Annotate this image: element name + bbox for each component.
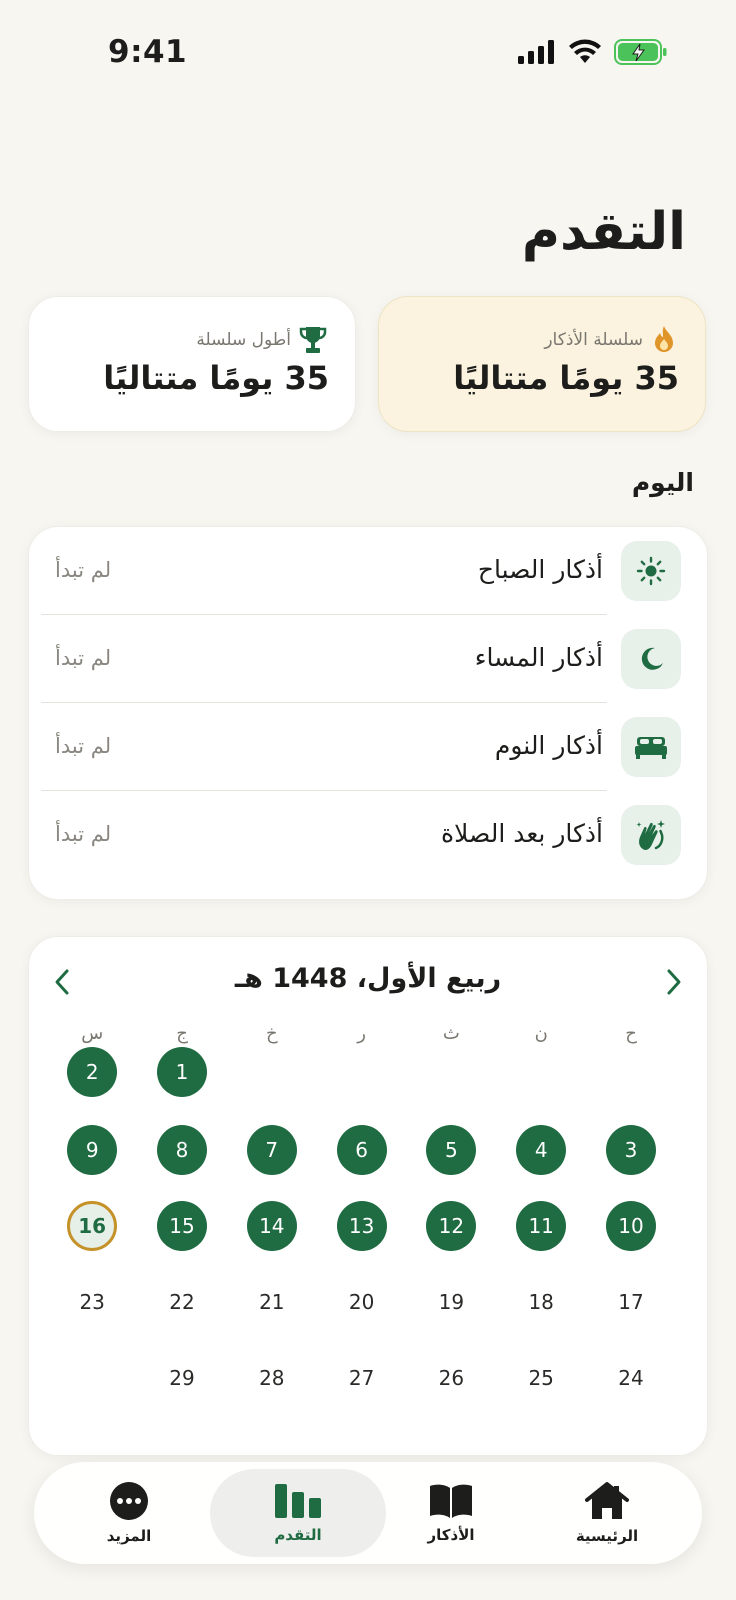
calendar-day[interactable]: 9 <box>67 1125 118 1175</box>
weekday-label: ح <box>625 1023 637 1044</box>
adhkar-item-morning[interactable]: أذكار الصباح لم تبدأ <box>41 527 695 615</box>
tab-home[interactable]: الرئيسية <box>532 1462 682 1564</box>
longest-streak-value: 35 يومًا متتاليًا <box>103 359 329 397</box>
wifi-icon <box>569 39 601 63</box>
calendar-day[interactable]: 20 <box>337 1277 387 1327</box>
calendar-day[interactable]: 22 <box>157 1277 207 1327</box>
calendar-day[interactable]: 12 <box>426 1201 477 1251</box>
moon-icon <box>641 647 663 670</box>
cellular-signal-icon <box>518 40 554 64</box>
calendar-day[interactable]: 6 <box>336 1125 387 1175</box>
today-heading: اليوم <box>631 468 694 497</box>
calendar-day[interactable]: 1 <box>157 1047 207 1097</box>
calendar-card: ربيع الأول، 1448 هـ ح ن ث ر خ ج س 1 2 3 4 5 6 7 8 9 10 11… <box>28 936 708 1456</box>
current-streak-card[interactable]: سلسلة الأذكار 35 يومًا متتاليًا <box>378 296 706 432</box>
calendar-day[interactable]: 18 <box>516 1277 566 1327</box>
weekday-label: ن <box>534 1023 548 1044</box>
calendar-day[interactable]: 5 <box>426 1125 477 1175</box>
page-title: التقدم <box>521 202 686 262</box>
longest-streak-card[interactable]: أطول سلسلة 35 يومًا متتاليًا <box>28 296 356 432</box>
trophy-icon <box>299 327 327 353</box>
calendar-day[interactable]: 28 <box>247 1353 297 1403</box>
calendar-day[interactable]: 13 <box>336 1201 387 1251</box>
weekday-label: خ <box>265 1023 278 1044</box>
adhkar-item-after-prayer[interactable]: أذكار بعد الصلاة لم تبدأ <box>41 791 695 879</box>
calendar-day[interactable]: 15 <box>157 1201 207 1251</box>
calendar-day[interactable]: 11 <box>516 1201 567 1251</box>
calendar-day[interactable]: 23 <box>67 1277 117 1327</box>
adhkar-item-status: لم تبدأ <box>55 734 112 758</box>
tab-label: الأذكار <box>427 1526 475 1544</box>
longest-streak-label: أطول سلسلة <box>196 330 291 350</box>
weekday-label: ج <box>176 1023 188 1044</box>
home-icon <box>585 1482 629 1519</box>
adhkar-item-sleep[interactable]: أذكار النوم لم تبدأ <box>41 703 695 791</box>
bed-icon <box>635 737 667 759</box>
status-time: 9:41 <box>108 34 188 70</box>
calendar-day[interactable]: 21 <box>247 1277 297 1327</box>
calendar-day[interactable]: 3 <box>606 1125 656 1175</box>
calendar-day[interactable]: 27 <box>337 1353 387 1403</box>
weekday-label: س <box>81 1023 104 1044</box>
tab-adhkar[interactable]: الأذكار <box>376 1462 526 1564</box>
calendar-day[interactable]: 29 <box>157 1353 207 1403</box>
calendar-day[interactable]: 14 <box>246 1201 297 1251</box>
current-streak-label: سلسلة الأذكار <box>544 330 643 350</box>
chevron-right-icon <box>667 969 681 995</box>
flame-icon <box>655 326 673 352</box>
tab-label: الرئيسية <box>575 1527 639 1545</box>
current-streak-value: 35 يومًا متتاليًا <box>453 359 679 397</box>
calendar-day[interactable]: 26 <box>426 1353 476 1403</box>
adhkar-item-name: أذكار النوم <box>494 731 603 760</box>
weekday-label: ر <box>357 1023 366 1044</box>
adhkar-item-evening[interactable]: أذكار المساء لم تبدأ <box>41 615 695 703</box>
tab-progress[interactable]: التقدم <box>210 1469 386 1557</box>
calendar-day[interactable]: 25 <box>516 1353 566 1403</box>
status-bar: 9:41 <box>0 0 736 110</box>
adhkar-item-name: أذكار المساء <box>474 643 603 672</box>
calendar-day[interactable]: 7 <box>246 1125 297 1175</box>
calendar-day-today[interactable]: 16 <box>67 1201 118 1251</box>
calendar-day[interactable]: 2 <box>67 1047 118 1097</box>
progress-bars-icon <box>275 1484 321 1518</box>
weekday-label: ث <box>442 1023 460 1044</box>
hands-icon <box>636 820 665 850</box>
sun-icon <box>636 556 666 586</box>
battery-charging-icon <box>614 39 667 65</box>
adhkar-item-status: لم تبدأ <box>55 646 112 670</box>
calendar-day[interactable]: 4 <box>516 1125 567 1175</box>
book-icon <box>430 1484 472 1518</box>
tab-more[interactable]: المزيد <box>54 1462 204 1564</box>
calendar-day[interactable]: 8 <box>157 1125 207 1175</box>
today-list: أذكار الصباح لم تبدأ أذكار المساء لم تبد… <box>28 526 708 900</box>
adhkar-item-status: لم تبدأ <box>55 558 112 582</box>
tab-bar: الرئيسية الأذكار التقدم المزيد <box>34 1462 702 1564</box>
calendar-day[interactable]: 24 <box>606 1353 656 1403</box>
calendar-day[interactable]: 17 <box>606 1277 656 1327</box>
next-month-button[interactable] <box>659 967 689 997</box>
more-icon <box>110 1482 148 1520</box>
calendar-month-title: ربيع الأول، 1448 هـ <box>234 963 502 994</box>
tab-label: المزيد <box>106 1527 152 1545</box>
adhkar-item-name: أذكار الصباح <box>477 555 603 584</box>
tab-label: التقدم <box>274 1526 322 1544</box>
calendar-day[interactable]: 19 <box>426 1277 476 1327</box>
adhkar-item-status: لم تبدأ <box>55 822 112 846</box>
adhkar-item-name: أذكار بعد الصلاة <box>441 819 603 848</box>
calendar-day[interactable]: 10 <box>606 1201 656 1251</box>
